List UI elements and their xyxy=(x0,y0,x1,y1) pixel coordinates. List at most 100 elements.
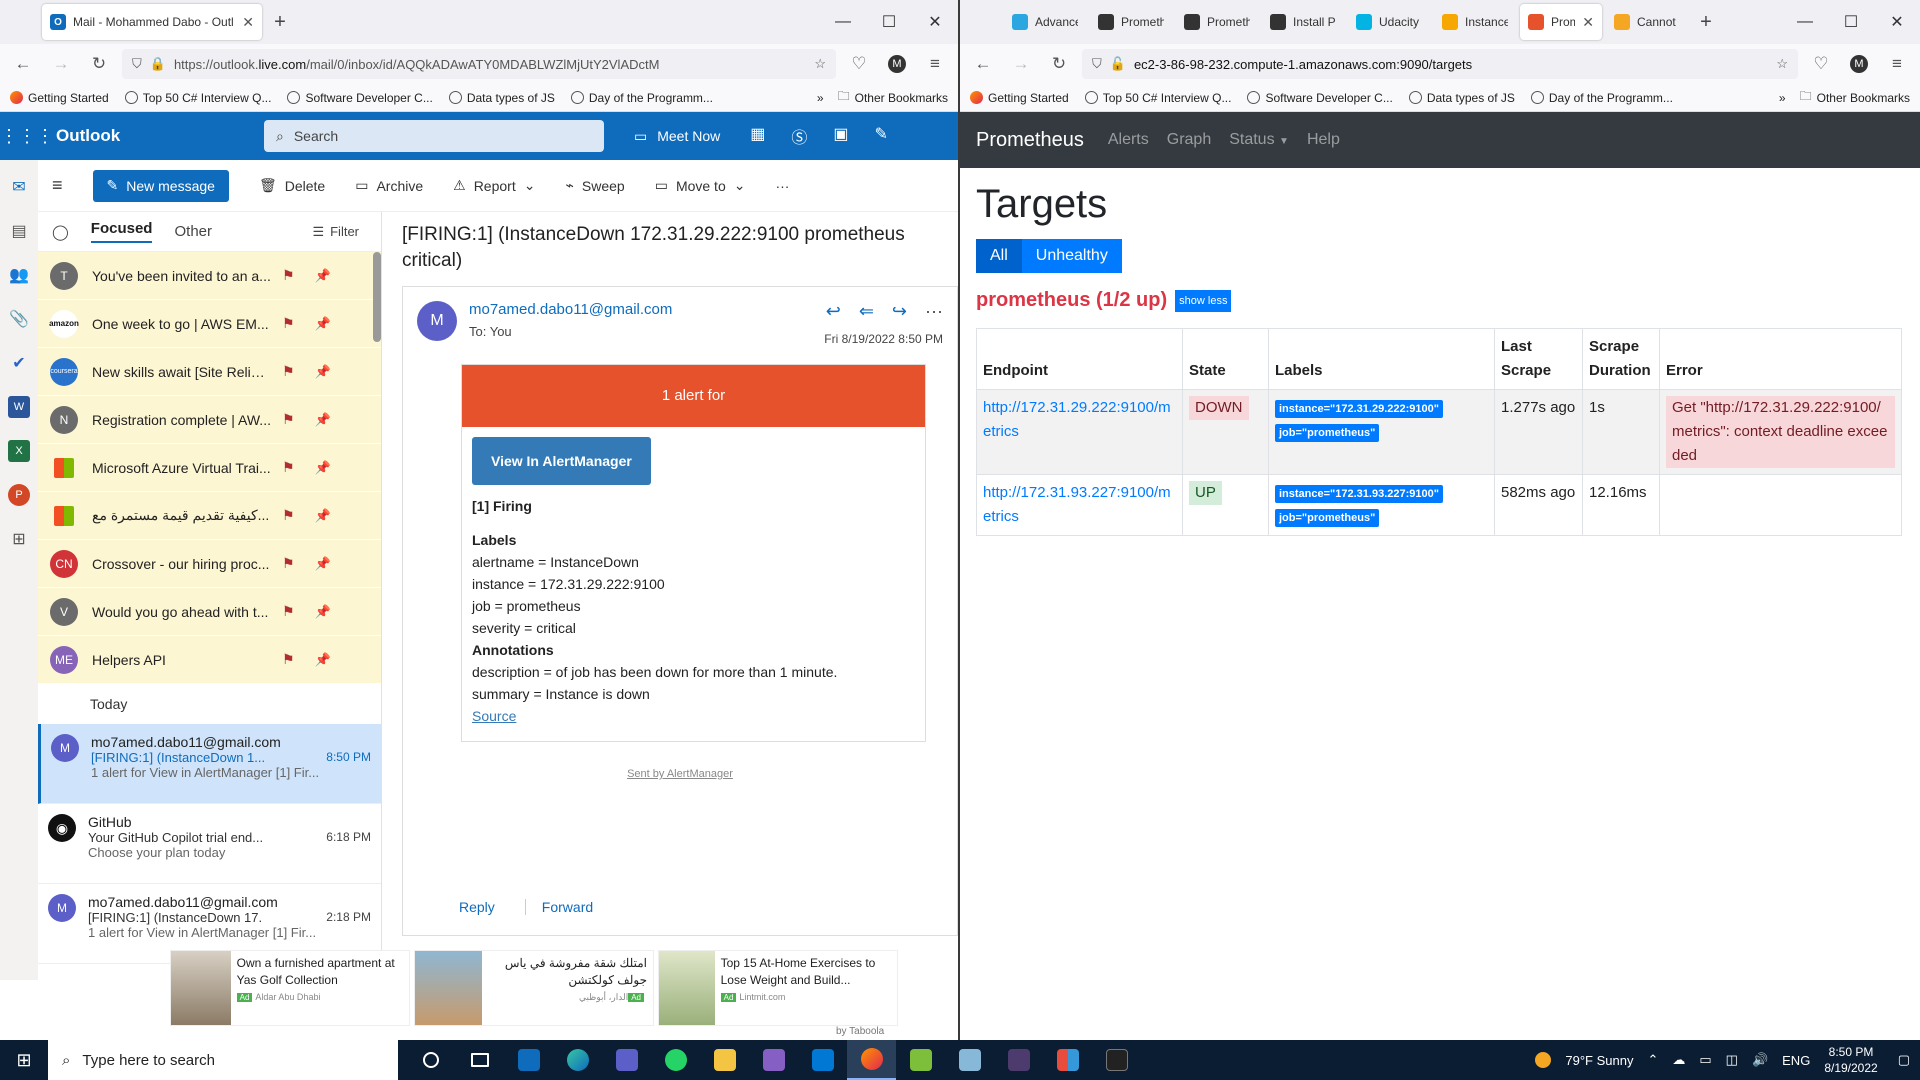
notification-icon[interactable]: ▢ xyxy=(1898,1052,1910,1068)
flag-icon[interactable]: ⚑ xyxy=(282,315,295,332)
sticky-notes-icon[interactable] xyxy=(896,1040,945,1080)
menu-icon[interactable]: ≡ xyxy=(1882,49,1912,79)
endpoint-link[interactable]: http://172.31.29.222:9100/metrics xyxy=(983,399,1171,440)
reply-icon[interactable]: ↩ xyxy=(826,301,841,322)
pin-icon[interactable]: 📌 xyxy=(315,556,331,572)
pinned-message[interactable]: T You've been invited to an a... ⚑ 📌 xyxy=(38,252,381,300)
more-bookmarks-icon[interactable]: » xyxy=(817,91,824,105)
browser-tab[interactable]: Instance xyxy=(1434,4,1516,40)
teams-icon[interactable]: ▣ xyxy=(833,124,848,148)
terminal-icon[interactable] xyxy=(1092,1040,1141,1080)
visual-studio-icon[interactable] xyxy=(749,1040,798,1080)
more-bookmarks-icon[interactable]: » xyxy=(1779,91,1786,105)
forward-button[interactable]: Forward xyxy=(524,899,593,915)
filter-all-button[interactable]: All xyxy=(976,239,1022,273)
other-bookmarks[interactable]: 🗀 Other Bookmarks xyxy=(1800,87,1910,108)
windows-start-icon[interactable]: ⊞ xyxy=(0,1040,48,1080)
message-item[interactable]: ◉ GitHub Your GitHub Copilot trial end... 6… xyxy=(38,804,381,884)
tab-other[interactable]: Other xyxy=(174,223,212,240)
new-tab-button[interactable]: + xyxy=(264,4,296,40)
flag-icon[interactable]: ⚑ xyxy=(282,603,295,620)
more-actions-icon[interactable]: ··· xyxy=(775,178,789,194)
bookmark-getting-started[interactable]: Getting Started xyxy=(970,91,1069,105)
mail-icon[interactable]: ✉ xyxy=(8,176,30,198)
pinned-message[interactable]: ME Helpers API ⚑ 📌 xyxy=(38,636,381,684)
browser-tab[interactable]: Prometh xyxy=(1176,4,1258,40)
move-to-button[interactable]: ▭ Move to ⌄ xyxy=(655,177,746,194)
message-item[interactable]: Mmo7amed.dabo11@gmail.com [FIRING:1] (Ins… xyxy=(38,724,381,804)
cortana-icon[interactable] xyxy=(406,1040,455,1080)
other-bookmarks[interactable]: 🗀 Other Bookmarks xyxy=(838,87,948,108)
flag-icon[interactable]: ⚑ xyxy=(282,555,295,572)
photos-icon[interactable] xyxy=(945,1040,994,1080)
show-less-button[interactable]: show less xyxy=(1175,289,1232,312)
hamburger-icon[interactable]: ≡ xyxy=(52,175,63,196)
taboola-label[interactable]: by Taboola xyxy=(836,1026,884,1037)
attachment-icon[interactable]: 📎 xyxy=(8,308,30,330)
flag-icon[interactable]: ⚑ xyxy=(282,459,295,476)
bookmark-datatypes[interactable]: Data types of JS xyxy=(1408,91,1515,105)
back-icon[interactable]: ← xyxy=(8,49,38,79)
task-view-icon[interactable] xyxy=(455,1040,504,1080)
language-indicator[interactable]: ENG xyxy=(1782,1053,1810,1068)
new-message-button[interactable]: ✎ New message xyxy=(92,169,229,202)
sender-avatar[interactable]: M xyxy=(417,301,457,341)
flag-icon[interactable]: ⚑ xyxy=(282,411,295,428)
close-tab-icon[interactable]: ✕ xyxy=(1582,14,1594,31)
tab-outlook[interactable]: O Mail - Mohammed Dabo - Outl ✕ xyxy=(42,4,262,40)
ad-item[interactable]: Own a furnished apartment at Yas Golf Co… xyxy=(170,950,410,1026)
forward-icon[interactable]: ↪ xyxy=(892,301,907,322)
pinned-message[interactable]: coursera New skills await [Site Reliab...… xyxy=(38,348,381,396)
list-scrollbar[interactable] xyxy=(373,252,381,342)
chevron-up-icon[interactable]: ⌃ xyxy=(1647,1052,1658,1068)
sent-by-link[interactable]: Sent by AlertManager xyxy=(403,768,957,780)
pinned-message[interactable]: amazon One week to go | AWS EM... ⚑ 📌 xyxy=(38,300,381,348)
bookmark-software-dev[interactable]: Software Developer C... xyxy=(1247,91,1393,105)
outlook-brand[interactable]: Outlook xyxy=(48,126,264,146)
close-tab-icon[interactable]: ✕ xyxy=(242,14,254,31)
bookmark-programmer-day[interactable]: Day of the Programm... xyxy=(570,91,713,105)
forward-icon[interactable]: → xyxy=(1006,49,1036,79)
word-icon[interactable]: W xyxy=(8,396,30,418)
search-input[interactable]: ⌕ Search xyxy=(264,120,604,152)
maximize-icon[interactable]: ☐ xyxy=(866,0,912,44)
ad-item[interactable]: امتلك شقة مفروشة في ياس جولف كولكتشن Adال… xyxy=(414,950,654,1026)
source-link[interactable]: Source xyxy=(472,705,915,727)
todo-icon[interactable]: ✔ xyxy=(8,352,30,374)
nav-graph[interactable]: Graph xyxy=(1167,131,1211,149)
file-explorer-icon[interactable] xyxy=(700,1040,749,1080)
bookmark-software-dev[interactable]: Software Developer C... xyxy=(287,91,433,105)
edge-icon[interactable] xyxy=(553,1040,602,1080)
tab-focused[interactable]: Focused xyxy=(90,220,153,243)
delete-button[interactable]: 🗑 Delete xyxy=(259,177,325,194)
pocket-icon[interactable]: ♡ xyxy=(1806,49,1836,79)
vscode-icon[interactable] xyxy=(798,1040,847,1080)
whatsapp-icon[interactable] xyxy=(651,1040,700,1080)
pinned-message[interactable]: N Registration complete | AW... ⚑ 📌 xyxy=(38,396,381,444)
flag-icon[interactable]: ⚑ xyxy=(282,363,295,380)
pocket-icon[interactable]: ♡ xyxy=(844,49,874,79)
nav-help[interactable]: Help xyxy=(1307,131,1340,149)
browser-tab[interactable]: Prometh xyxy=(1090,4,1172,40)
view-in-alertmanager-button[interactable]: View In AlertManager xyxy=(472,437,651,485)
sql-tool-icon[interactable] xyxy=(994,1040,1043,1080)
calendar-icon[interactable]: ▤ xyxy=(8,220,30,242)
browser-tab[interactable]: Install Pr xyxy=(1262,4,1344,40)
select-all-icon[interactable]: ◯ xyxy=(52,223,69,241)
app-launcher-icon[interactable]: ⋮⋮⋮ xyxy=(0,126,54,147)
nav-alerts[interactable]: Alerts xyxy=(1108,131,1149,149)
filter-unhealthy-button[interactable]: Unhealthy xyxy=(1021,239,1122,273)
close-icon[interactable]: ✕ xyxy=(1874,0,1920,44)
ad-item[interactable]: Top 15 At-Home Exercises to Lose Weight … xyxy=(658,950,898,1026)
bookmark-csharp[interactable]: Top 50 C# Interview Q... xyxy=(1084,91,1231,105)
sender-name[interactable]: mo7amed.dabo11@gmail.com xyxy=(469,301,824,318)
volume-icon[interactable]: 🔊 xyxy=(1752,1052,1768,1068)
pinned-message[interactable]: CN Crossover - our hiring proc... ⚑ 📌 xyxy=(38,540,381,588)
battery-icon[interactable]: ▭ xyxy=(1699,1052,1711,1068)
report-button[interactable]: ⚠ Report ⌄ xyxy=(453,177,535,194)
bookmark-getting-started[interactable]: Getting Started xyxy=(10,91,109,105)
browser-tab[interactable]: Cannot xyxy=(1606,4,1688,40)
back-icon[interactable]: ← xyxy=(968,49,998,79)
reply-button[interactable]: Reply xyxy=(459,899,495,915)
notes-icon[interactable]: ✎ xyxy=(875,124,888,148)
